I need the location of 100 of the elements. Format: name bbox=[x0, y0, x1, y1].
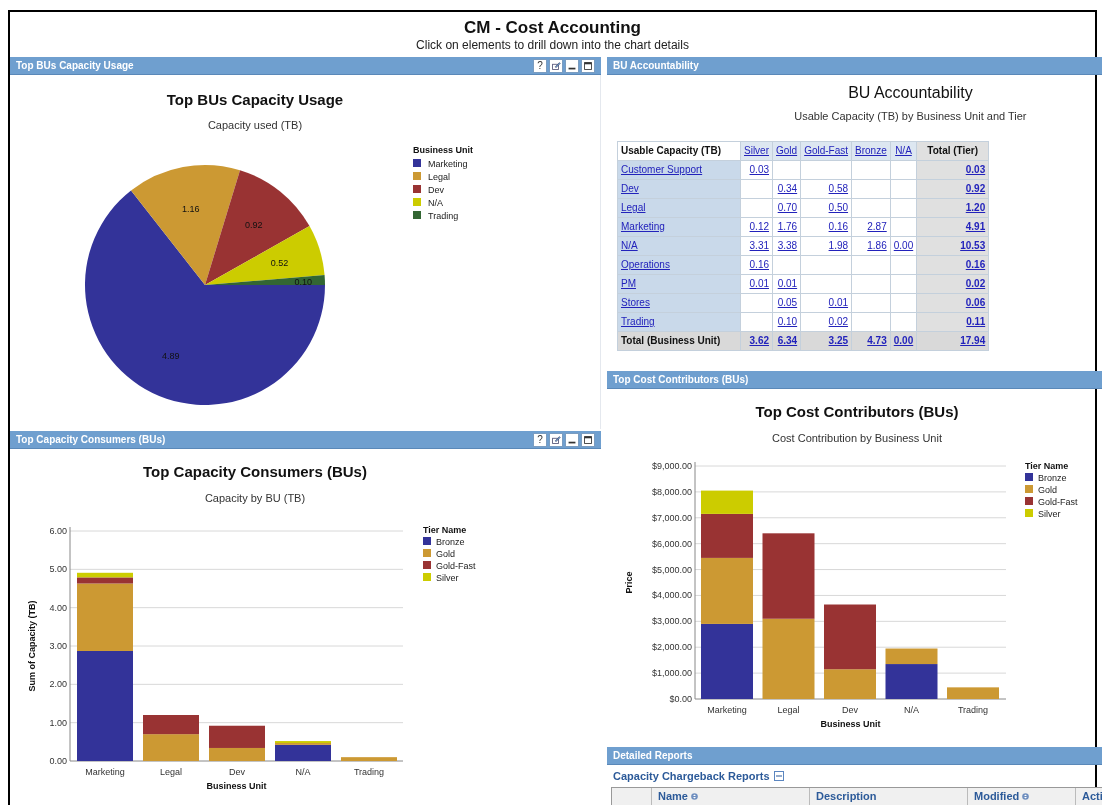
legend-label: Bronze bbox=[436, 537, 465, 547]
table-link[interactable]: 1.20 bbox=[965, 202, 986, 213]
table-link[interactable]: Legal bbox=[621, 202, 646, 213]
axis-title: Sum of Capacity (TB) bbox=[27, 600, 37, 692]
table-link[interactable]: Trading bbox=[621, 316, 655, 327]
legend-item: Silver bbox=[423, 573, 459, 583]
axis-tick-label: $6,000.00 bbox=[651, 538, 692, 549]
minimize-icon[interactable] bbox=[565, 58, 579, 73]
legend-item: Gold bbox=[423, 549, 455, 559]
axis-title: Price bbox=[624, 571, 634, 594]
axis-title: Business Unit bbox=[820, 719, 881, 729]
column-header[interactable]: Acti bbox=[1076, 788, 1102, 805]
legend-title: Tier Name bbox=[1025, 461, 1069, 471]
table-link[interactable]: Dev bbox=[621, 183, 639, 194]
legend-item: Dev bbox=[413, 185, 444, 195]
help-button[interactable]: ? bbox=[533, 432, 547, 447]
column-header[interactable]: Name bbox=[652, 788, 810, 805]
pie-slice[interactable] bbox=[205, 226, 325, 285]
legend-label: Dev bbox=[428, 185, 445, 195]
chart-title: Top Capacity Consumers (BUs) bbox=[143, 463, 367, 480]
bar-segment[interactable] bbox=[824, 604, 876, 670]
table-cell: Total (Business Unit) bbox=[617, 331, 741, 350]
legend-label: Gold-Fast bbox=[1038, 497, 1079, 507]
table-link[interactable]: 4.91 bbox=[965, 221, 986, 232]
legend-label: Gold-Fast bbox=[436, 561, 477, 571]
column-header[interactable]: Description bbox=[810, 788, 968, 805]
table-link[interactable]: PM bbox=[621, 278, 636, 289]
page-title: CM - Cost Accounting bbox=[464, 18, 641, 38]
maximize-icon[interactable] bbox=[581, 432, 595, 447]
table-link[interactable]: 0.03 bbox=[965, 164, 986, 175]
axis-category-label: N/A bbox=[295, 767, 311, 777]
sort-icon[interactable] bbox=[690, 793, 698, 800]
axis-category-label: Marketing bbox=[85, 767, 125, 777]
pie-slice[interactable] bbox=[85, 190, 325, 405]
legend-item: Gold-Fast bbox=[423, 561, 476, 571]
legend-item: Gold-Fast bbox=[1025, 497, 1078, 507]
axis-tick-label: $7,000.00 bbox=[651, 512, 692, 523]
legend-item: Bronze bbox=[1025, 473, 1067, 483]
help-button[interactable]: ? bbox=[533, 58, 547, 73]
legend-title: Tier Name bbox=[423, 525, 467, 535]
legend-label: N/A bbox=[428, 198, 444, 208]
table-link[interactable]: N/A bbox=[621, 240, 638, 251]
chart-title: Top BUs Capacity Usage bbox=[166, 91, 344, 108]
data-label: 4.89 bbox=[162, 351, 180, 362]
axis-tick-label: $3,000.00 bbox=[651, 616, 692, 627]
bar-segment[interactable] bbox=[77, 577, 133, 584]
legend-label: Silver bbox=[1038, 509, 1061, 519]
legend-item: Gold bbox=[1025, 485, 1057, 495]
bar-segment[interactable] bbox=[209, 725, 265, 748]
panel-title: Top Capacity Consumers (BUs) bbox=[16, 433, 166, 447]
legend-label: Trading bbox=[428, 211, 459, 221]
table-link[interactable]: 0.02 bbox=[965, 278, 986, 289]
legend-label: Marketing bbox=[428, 159, 468, 169]
bar-segment[interactable] bbox=[762, 533, 815, 619]
edit-icon[interactable] bbox=[549, 58, 563, 73]
edit-icon[interactable] bbox=[549, 432, 563, 447]
bar-segment[interactable] bbox=[701, 513, 753, 558]
chart-title: Top Cost Contributors (BUs) bbox=[755, 403, 959, 420]
axis-category-label: Dev bbox=[229, 767, 245, 777]
axis-tick-label: $4,000.00 bbox=[651, 590, 692, 601]
axis-category-label: Dev bbox=[842, 705, 858, 715]
axis-tick-label: 0.00 bbox=[49, 756, 67, 766]
column-header[interactable]: Modified bbox=[968, 788, 1076, 805]
table-subtitle: Usable Capacity (TB) by Business Unit and Tier bbox=[794, 109, 1027, 124]
table-link[interactable]: 0.92 bbox=[965, 183, 986, 194]
table-link[interactable]: 0.16 bbox=[965, 259, 986, 270]
pie-slice[interactable] bbox=[205, 170, 310, 285]
data-label: 0.92 bbox=[245, 220, 263, 231]
axis-category-label: Trading bbox=[957, 705, 989, 715]
legend-label: Silver bbox=[436, 573, 459, 583]
bar-segment[interactable] bbox=[885, 664, 938, 699]
panel-title: Detailed Reports bbox=[613, 749, 693, 763]
data-label: 0.10 bbox=[294, 276, 313, 287]
axis-title: Business Unit bbox=[206, 781, 267, 791]
bar-segment[interactable] bbox=[885, 648, 938, 665]
pie-slice[interactable] bbox=[131, 165, 240, 285]
section-title: Capacity Chargeback Reports bbox=[613, 768, 770, 784]
axis-tick-label: $5,000.00 bbox=[651, 564, 692, 575]
axis-tick-label: $0.00 bbox=[669, 694, 692, 704]
axis-category-label: Legal bbox=[777, 705, 800, 715]
chart-subtitle: Capacity used (TB) bbox=[207, 119, 303, 131]
sort-icon[interactable] bbox=[1022, 793, 1030, 800]
axis-tick-label: 3.00 bbox=[49, 641, 67, 651]
table-link[interactable]: 0.11 bbox=[966, 316, 986, 327]
minimize-icon[interactable] bbox=[565, 432, 579, 447]
bar-segment[interactable] bbox=[143, 715, 199, 735]
panel-title: BU Accountability bbox=[613, 59, 699, 73]
axis-tick-label: 4.00 bbox=[49, 602, 67, 613]
axis-category-label: Legal bbox=[160, 767, 182, 777]
table-title: BU Accountability bbox=[848, 83, 973, 103]
table-link[interactable]: 0.06 bbox=[965, 297, 986, 308]
legend-title: Business Unit bbox=[413, 145, 473, 155]
panel-title: Top Cost Contributors (BUs) bbox=[613, 373, 749, 387]
axis-tick-label: $8,000.00 bbox=[651, 486, 692, 497]
panel-title: Top BUs Capacity Usage bbox=[16, 59, 134, 73]
collapse-icon[interactable] bbox=[773, 771, 784, 781]
legend-item: Legal bbox=[413, 172, 451, 182]
table-link[interactable]: Stores bbox=[621, 297, 650, 308]
maximize-icon[interactable] bbox=[581, 58, 595, 73]
legend-item: Silver bbox=[1025, 509, 1061, 519]
